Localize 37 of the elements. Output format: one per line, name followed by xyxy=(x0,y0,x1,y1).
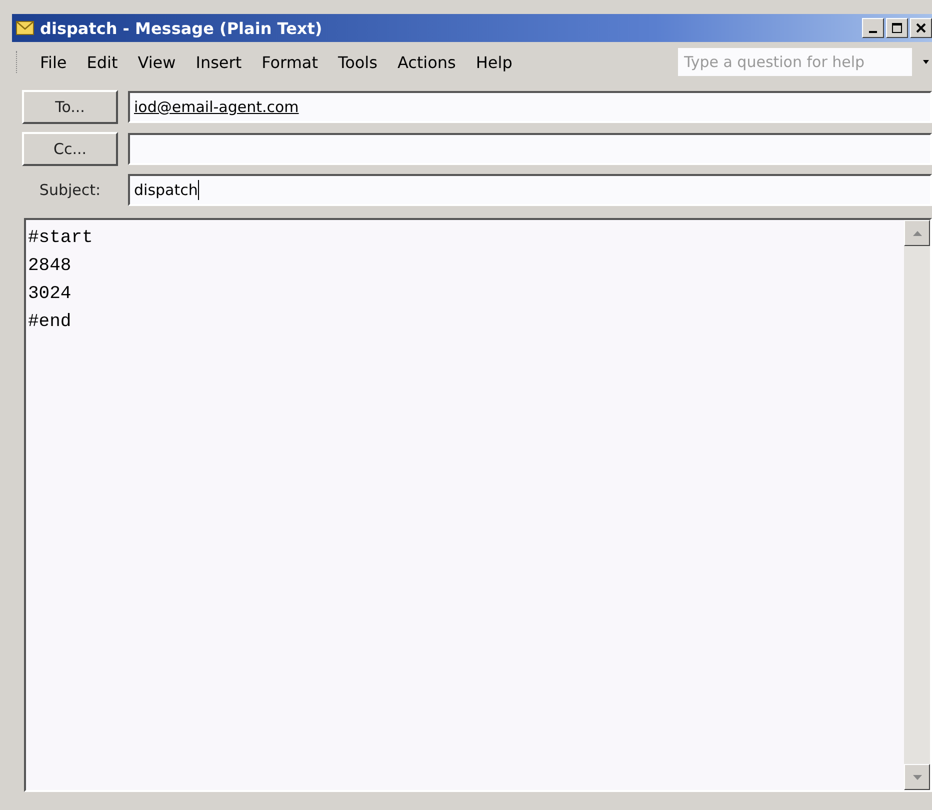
menu-item[interactable]: Format xyxy=(252,52,328,72)
help-search-field[interactable]: Type a question for help xyxy=(678,48,912,76)
message-body-field[interactable]: #start 2848 3024 #end xyxy=(24,218,932,792)
dropdown-arrow-icon[interactable] xyxy=(922,59,930,65)
close-icon xyxy=(916,23,926,33)
subject-label: Subject: xyxy=(38,181,102,199)
down-arrow-icon xyxy=(912,774,922,780)
toolbar-grip xyxy=(16,51,20,73)
menu-item[interactable]: File xyxy=(30,52,77,72)
body-line: 3024 xyxy=(28,283,72,306)
menu-item[interactable]: Help xyxy=(466,52,522,72)
to-button[interactable]: To... xyxy=(22,90,118,124)
scroll-down-button[interactable] xyxy=(904,764,930,790)
menu-item[interactable]: Edit xyxy=(76,52,128,72)
cc-field[interactable] xyxy=(128,133,932,165)
recipient-address[interactable]: iod@email-agent.com xyxy=(134,98,299,116)
body-line: 2848 xyxy=(28,255,72,278)
scroll-up-button[interactable] xyxy=(904,220,930,246)
minimize-button[interactable] xyxy=(862,18,884,38)
to-field[interactable]: iod@email-agent.com xyxy=(128,91,932,123)
envelope-icon xyxy=(16,21,34,35)
vertical-scrollbar[interactable] xyxy=(904,220,930,790)
subject-value: dispatch xyxy=(134,181,198,199)
window-title: dispatch - Message (Plain Text) xyxy=(40,18,324,38)
body-line: #end xyxy=(28,311,72,334)
up-arrow-icon xyxy=(912,230,922,236)
menu-item[interactable]: View xyxy=(128,52,186,72)
body-line: #start xyxy=(28,227,94,250)
minimize-icon xyxy=(869,31,877,33)
maximize-icon xyxy=(892,23,902,33)
maximize-button[interactable] xyxy=(886,18,908,38)
subject-field[interactable]: dispatch xyxy=(128,174,932,206)
menu-item[interactable]: Actions xyxy=(387,52,466,72)
menu-item[interactable]: Insert xyxy=(186,52,252,72)
menu-item[interactable]: Tools xyxy=(328,52,388,72)
cc-button[interactable]: Cc... xyxy=(22,132,118,166)
close-button[interactable] xyxy=(910,18,932,38)
